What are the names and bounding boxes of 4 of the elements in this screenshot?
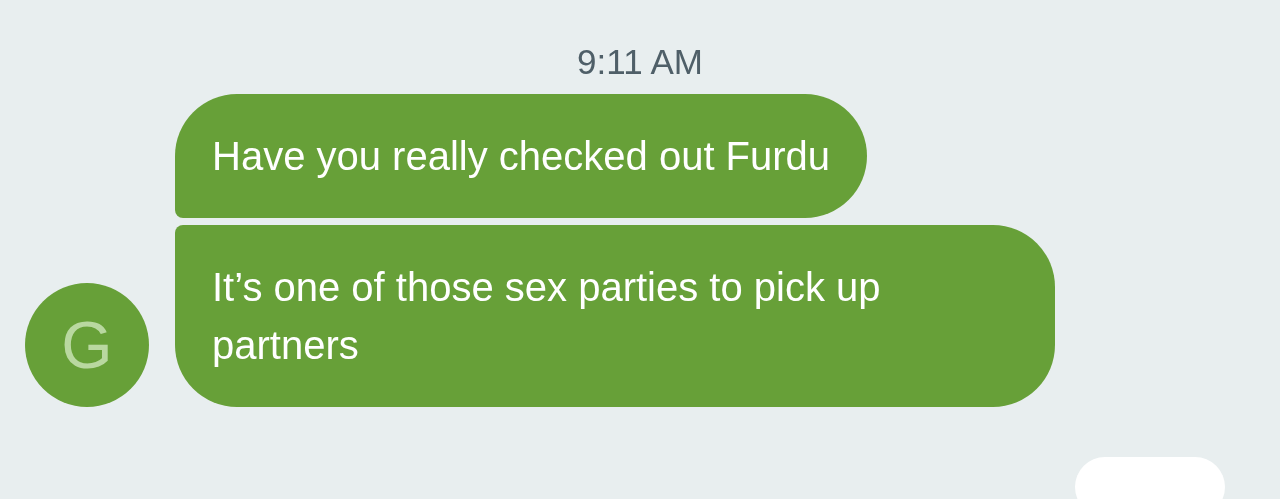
message-bubble: Have you really checked out Furdu	[175, 94, 868, 218]
message-bubble: It’s one of those sex parties to pick up partners	[175, 225, 1055, 407]
avatar[interactable]: G	[25, 283, 149, 407]
timestamp: 9:11 AM	[577, 42, 703, 82]
